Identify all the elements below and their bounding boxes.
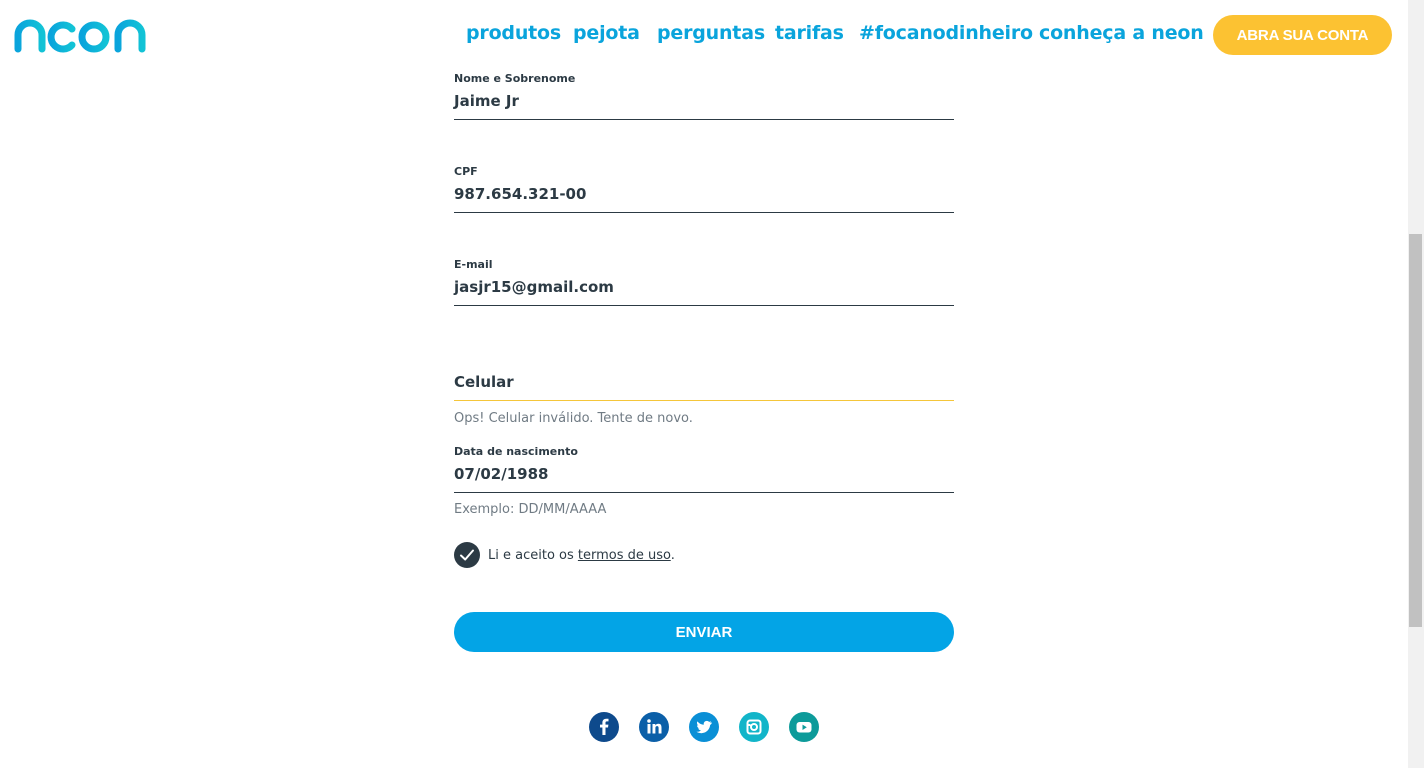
- checkmark-icon: [460, 549, 474, 561]
- birth-date-input[interactable]: 07/02/1988: [454, 461, 954, 493]
- email-field: E-mail jasjr15@gmail.com: [454, 258, 954, 306]
- terms-suffix: .: [670, 547, 675, 563]
- phone-field: Celular: [454, 369, 954, 401]
- scrollbar-thumb[interactable]: [1409, 234, 1422, 627]
- birth-date-label: Data de nascimento: [454, 445, 578, 458]
- linkedin-icon[interactable]: [639, 712, 669, 742]
- nav-focanodinheiro[interactable]: #focanodinheiro: [859, 22, 1033, 44]
- email-input[interactable]: jasjr15@gmail.com: [454, 274, 954, 306]
- name-label: Nome e Sobrenome: [454, 72, 576, 85]
- terms-checkbox[interactable]: [454, 542, 480, 568]
- email-label: E-mail: [454, 258, 493, 271]
- cpf-input[interactable]: 987.654.321-00: [454, 181, 954, 213]
- name-field: Nome e Sobrenome Jaime Jr: [454, 72, 954, 120]
- twitter-icon[interactable]: [689, 712, 719, 742]
- cpf-label: CPF: [454, 165, 478, 178]
- terms-prefix: Li e aceito os: [488, 547, 578, 563]
- nav-tarifas[interactable]: tarifas: [775, 22, 844, 44]
- terms-text: Li e aceito os termos de uso.: [488, 548, 675, 563]
- nav-perguntas[interactable]: perguntas: [657, 22, 765, 44]
- birth-date-field: Data de nascimento 07/02/1988: [454, 445, 954, 493]
- terms-row: Li e aceito os termos de uso.: [454, 542, 675, 568]
- submit-button[interactable]: ENVIAR: [454, 612, 954, 652]
- birth-date-hint: Exemplo: DD/MM/AAAA: [454, 502, 607, 517]
- nav-produtos[interactable]: produtos: [466, 22, 561, 44]
- youtube-icon[interactable]: [789, 712, 819, 742]
- cpf-field: CPF 987.654.321-00: [454, 165, 954, 213]
- name-input[interactable]: Jaime Jr: [454, 88, 954, 120]
- nav-conheca-a-neon[interactable]: conheça a neon: [1039, 22, 1204, 44]
- instagram-icon[interactable]: [739, 712, 769, 742]
- phone-error-message: Ops! Celular inválido. Tente de novo.: [454, 411, 693, 426]
- facebook-icon[interactable]: [589, 712, 619, 742]
- phone-input[interactable]: Celular: [454, 369, 954, 401]
- nav-pejota[interactable]: pejota: [573, 22, 640, 44]
- open-account-button[interactable]: ABRA SUA CONTA: [1213, 15, 1392, 55]
- top-navigation: produtos pejota perguntas tarifas #focan…: [0, 0, 1408, 70]
- terms-of-use-link[interactable]: termos de uso: [578, 548, 671, 563]
